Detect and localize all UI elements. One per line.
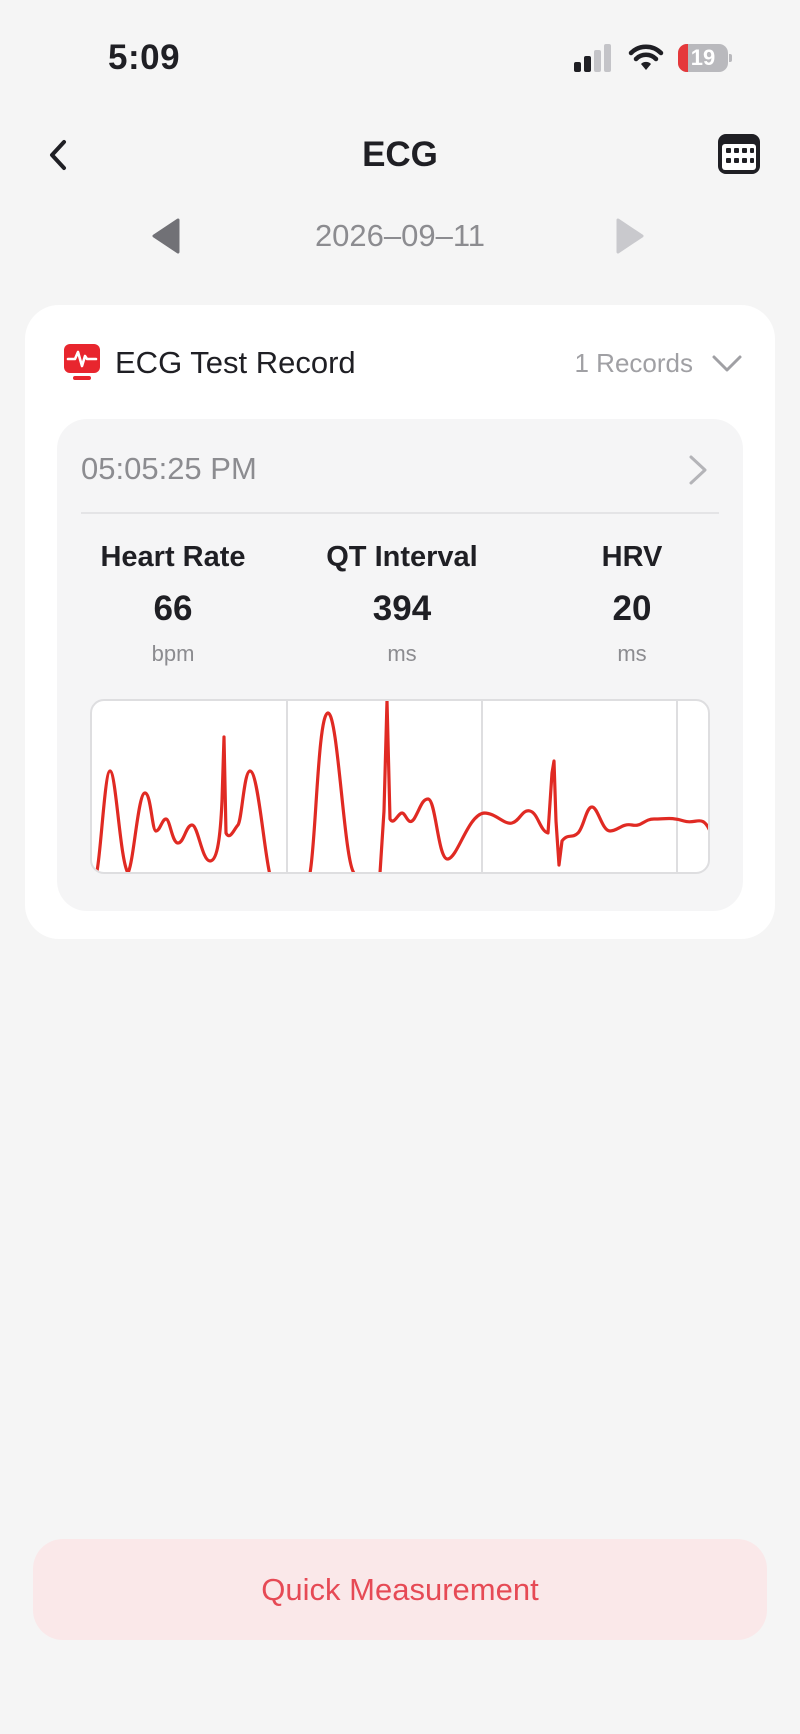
date-label: 2026–09–11 [314,218,486,253]
status-time: 5:09 [108,38,181,77]
divider [81,512,719,514]
wifi-icon [628,44,664,70]
battery-level: 19 [690,45,716,70]
metric-label: HRV [601,541,663,573]
record-time: 05:05:25 PM [81,451,257,486]
metric-unit: ms [617,641,647,666]
ecg-waveform-thumbnail [90,699,710,874]
metric-label: QT Interval [326,541,478,573]
status-bar: 5:09 19 [0,0,800,110]
next-date-button[interactable] [612,216,646,256]
chevron-right-icon[interactable] [687,453,709,487]
quick-measurement-button[interactable]: Quick Measurement [33,1539,767,1640]
ecg-waveform [95,701,708,872]
battery-icon: 19 [678,44,732,72]
metric-value: 394 [372,589,432,628]
metric-value: 20 [612,589,652,628]
qt-interval-metric: QT Interval 394 ms [292,537,512,671]
ecg-record-item[interactable]: 05:05:25 PM Heart Rate 66 bpm QT Interva… [57,419,743,911]
metric-unit: bpm [151,641,195,666]
page-title: ECG [362,135,438,174]
chevron-down-icon[interactable] [711,347,743,379]
ecg-trace [95,701,708,872]
metric-label: Heart Rate [100,541,246,573]
records-count: 1 Records [574,348,694,378]
hrv-metric: HRV 20 ms [522,537,742,671]
cellular-signal-icon [574,44,611,72]
metric-unit: ms [387,641,417,666]
calendar-button[interactable] [716,130,762,176]
heart-rate-metric: Heart Rate 66 bpm [63,537,283,671]
card-header: ECG Test Record 1 Records [63,341,743,385]
card-title: ECG Test Record [115,345,356,380]
metric-value: 66 [153,589,193,628]
ecg-monitor-icon [64,344,100,380]
ecg-record-card: ECG Test Record 1 Records 05:05:25 PM He… [25,305,775,939]
